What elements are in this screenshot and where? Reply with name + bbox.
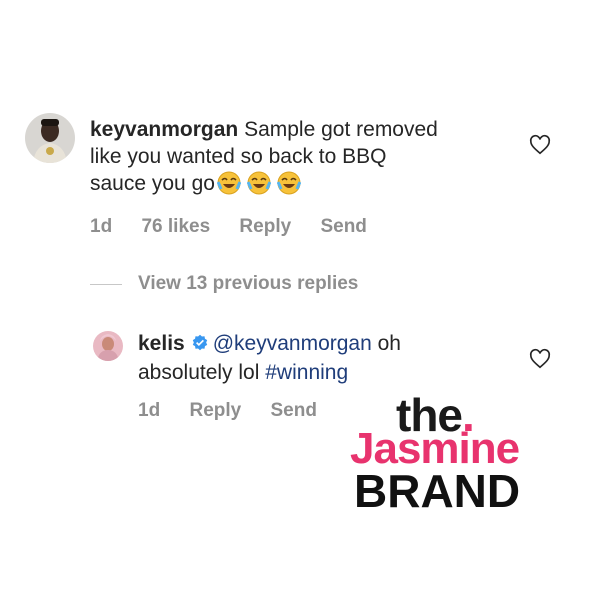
comment-timestamp: 1d [90, 216, 113, 237]
likes-count[interactable]: 76 likes [141, 216, 210, 237]
avatar-keyvanmorgan[interactable] [25, 113, 75, 163]
comment-text-line1: Sample got removed [244, 118, 438, 141]
reply-button[interactable]: Reply [239, 216, 291, 237]
comment-text-line1: oh [377, 332, 401, 355]
watermark-brand: BRAND [354, 465, 521, 517]
verified-badge-icon [191, 332, 209, 359]
comment-body-kelis: kelis @keyvanmorgan oh absolutely lol #w… [138, 330, 518, 386]
comment-text-line2: absolutely lol [138, 361, 260, 384]
reply-button[interactable]: Reply [189, 400, 241, 421]
comment-meta-keyvanmorgan: 1d 76 likes Reply Send [90, 216, 391, 238]
tears-of-joy-emoji-icon [276, 171, 302, 202]
view-previous-replies-button[interactable]: View 13 previous replies [138, 273, 358, 295]
heart-outline-icon[interactable] [529, 134, 551, 156]
username-kelis[interactable]: kelis [138, 332, 185, 355]
comment-timestamp: 1d [138, 400, 161, 421]
heart-outline-icon[interactable] [529, 348, 551, 370]
comment-text-line3: sauce you go [90, 172, 215, 195]
tears-of-joy-emoji-icon [246, 171, 272, 202]
comment-body-keyvanmorgan: keyvanmorgan Sample got removed like you… [90, 116, 510, 202]
tears-of-joy-emoji-icon [216, 171, 242, 202]
comment-text-line2: like you wanted so back to BBQ [90, 145, 387, 168]
avatar-kelis[interactable] [93, 331, 123, 361]
send-button[interactable]: Send [320, 216, 366, 237]
username-keyvanmorgan[interactable]: keyvanmorgan [90, 118, 238, 141]
replies-divider [90, 284, 122, 285]
comment-meta-kelis: 1d Reply Send [138, 400, 341, 422]
brand-watermark: the. Jasmine BRAND [350, 388, 550, 518]
hashtag-link[interactable]: #winning [265, 361, 348, 384]
mention-link[interactable]: @keyvanmorgan [213, 332, 372, 355]
send-button[interactable]: Send [271, 400, 317, 421]
